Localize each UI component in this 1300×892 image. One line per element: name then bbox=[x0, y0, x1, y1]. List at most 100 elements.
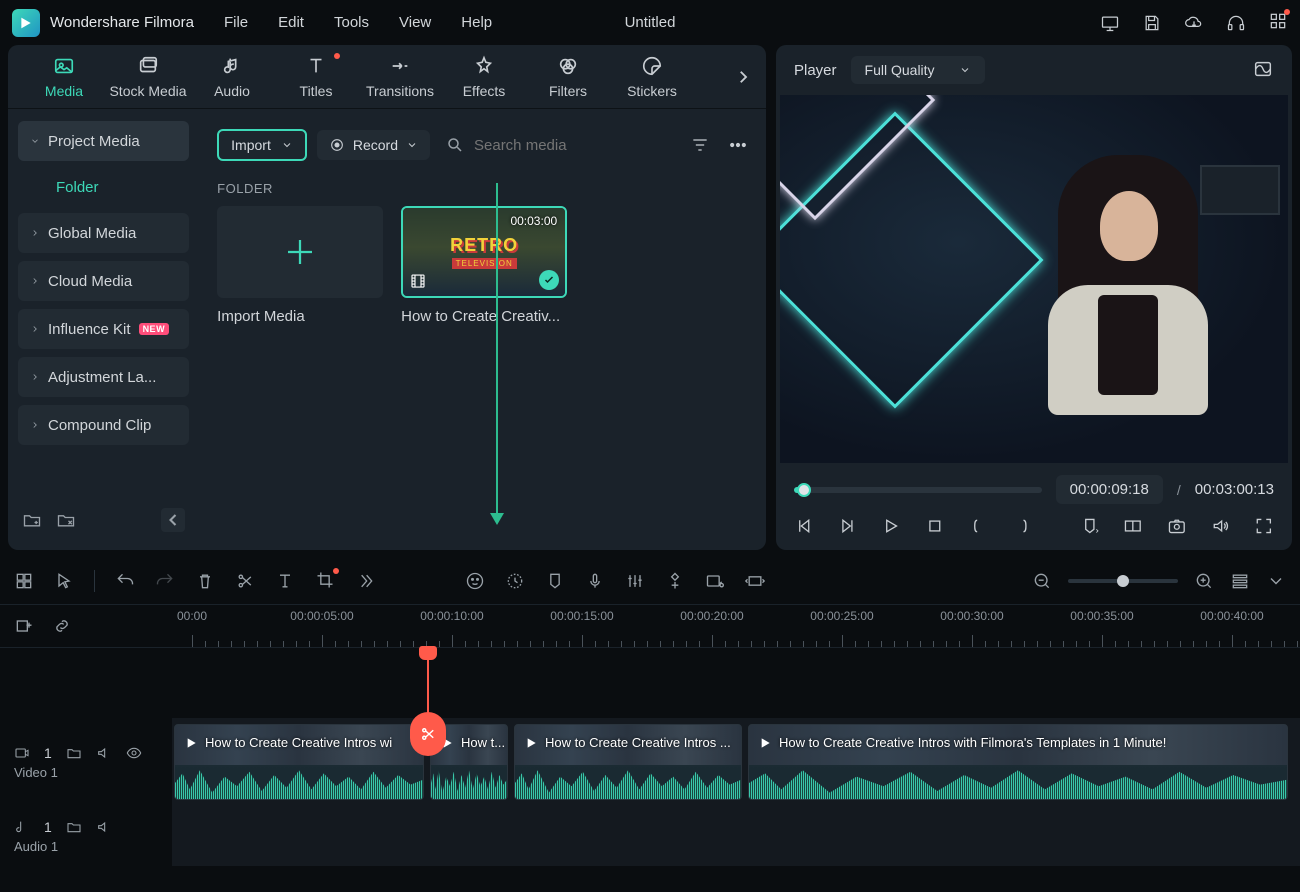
fit-icon[interactable] bbox=[745, 571, 765, 591]
save-icon[interactable] bbox=[1142, 13, 1162, 33]
scroll-right-icon[interactable] bbox=[734, 68, 752, 86]
apps-icon[interactable] bbox=[1268, 11, 1288, 34]
video-track: 1 Video 1 How to Create Creative Intros … bbox=[0, 718, 1300, 806]
mark-in-button[interactable] bbox=[969, 516, 989, 536]
sidebar-item-project-media[interactable]: Project Media bbox=[18, 121, 189, 161]
zoom-slider[interactable] bbox=[1068, 579, 1178, 583]
tab-media[interactable]: Media bbox=[22, 45, 106, 108]
folder-icon[interactable] bbox=[66, 745, 82, 761]
play-button[interactable] bbox=[881, 516, 901, 536]
tab-stock-media[interactable]: Stock Media bbox=[106, 45, 190, 108]
mute-icon[interactable] bbox=[96, 819, 112, 835]
headphones-icon[interactable] bbox=[1226, 13, 1246, 33]
visibility-icon[interactable] bbox=[126, 745, 142, 761]
monitor-icon[interactable] bbox=[1100, 13, 1120, 33]
timeline-clip[interactable]: How t... bbox=[430, 724, 508, 800]
search-input[interactable] bbox=[474, 137, 674, 154]
next-frame-button[interactable] bbox=[838, 516, 858, 536]
marker-dropdown-button[interactable] bbox=[1080, 516, 1100, 536]
text-icon[interactable] bbox=[275, 571, 295, 591]
speed-icon[interactable] bbox=[505, 571, 525, 591]
more-icon[interactable] bbox=[728, 135, 748, 155]
timeline-clip[interactable]: How to Create Creative Intros wi bbox=[174, 724, 424, 800]
mark-out-button[interactable] bbox=[1012, 516, 1032, 536]
tab-audio[interactable]: Audio bbox=[190, 45, 274, 108]
add-track-icon[interactable] bbox=[14, 616, 34, 636]
marker-icon[interactable] bbox=[545, 571, 565, 591]
tab-titles[interactable]: Titles bbox=[274, 45, 358, 108]
expand-tools-icon[interactable] bbox=[355, 571, 375, 591]
import-button[interactable]: Import bbox=[217, 129, 307, 161]
timeline-ruler[interactable]: 00:0000:00:05:0000:00:10:0000:00:15:0000… bbox=[172, 605, 1300, 647]
ai-icon[interactable] bbox=[465, 571, 485, 591]
link-icon[interactable] bbox=[52, 616, 72, 636]
ruler-mark: 00:00:30:00 bbox=[940, 609, 1003, 623]
tab-filters[interactable]: Filters bbox=[526, 45, 610, 108]
menu-edit[interactable]: Edit bbox=[278, 14, 304, 31]
zoom-out-icon[interactable] bbox=[1032, 571, 1052, 591]
sidebar-item-global-media[interactable]: Global Media bbox=[18, 213, 189, 253]
timeline: 00:0000:00:05:0000:00:10:0000:00:15:0000… bbox=[0, 604, 1300, 866]
volume-button[interactable] bbox=[1211, 516, 1231, 536]
menu-tools[interactable]: Tools bbox=[334, 14, 369, 31]
mute-icon[interactable] bbox=[96, 745, 112, 761]
record-label: Record bbox=[353, 137, 398, 153]
track-options-icon[interactable] bbox=[1266, 571, 1286, 591]
fullscreen-button[interactable] bbox=[1254, 516, 1274, 536]
new-folder-icon[interactable] bbox=[22, 510, 42, 530]
clip-duration: 00:03:00 bbox=[510, 214, 557, 228]
menu-view[interactable]: View bbox=[399, 14, 431, 31]
sidebar-item-influence-kit[interactable]: Influence Kit NEW bbox=[18, 309, 189, 349]
cloud-icon[interactable] bbox=[1184, 13, 1204, 33]
collapse-sidebar-button[interactable] bbox=[161, 508, 185, 532]
audio-mixer-icon[interactable] bbox=[625, 571, 645, 591]
preview-viewport[interactable] bbox=[780, 95, 1288, 463]
sidebar-item-adjustment-layer[interactable]: Adjustment La... bbox=[18, 357, 189, 397]
quality-select[interactable]: Full Quality bbox=[851, 56, 985, 84]
compare-view-button[interactable] bbox=[1123, 516, 1143, 536]
sidebar-item-compound-clip[interactable]: Compound Clip bbox=[18, 405, 189, 445]
import-media-card[interactable]: Import Media bbox=[217, 206, 383, 325]
undo-icon[interactable] bbox=[115, 571, 135, 591]
sidebar-subitem-folder[interactable]: Folder bbox=[18, 169, 189, 205]
track-number: 1 bbox=[44, 819, 52, 835]
search-icon[interactable] bbox=[446, 136, 464, 154]
tab-stickers[interactable]: Stickers bbox=[610, 45, 694, 108]
video-track-body[interactable]: How to Create Creative Intros wi How t..… bbox=[172, 718, 1300, 806]
voiceover-icon[interactable] bbox=[585, 571, 605, 591]
filter-icon[interactable] bbox=[690, 135, 710, 155]
timeline-clip[interactable]: How to Create Creative Intros ... bbox=[514, 724, 742, 800]
sidebar-item-cloud-media[interactable]: Cloud Media bbox=[18, 261, 189, 301]
sidebar-item-label: Adjustment La... bbox=[48, 369, 156, 386]
playback-progress[interactable] bbox=[794, 487, 1042, 493]
tab-transitions[interactable]: Transitions bbox=[358, 45, 442, 108]
split-icon[interactable] bbox=[235, 571, 255, 591]
tab-transitions-label: Transitions bbox=[366, 83, 434, 99]
menu-file[interactable]: File bbox=[224, 14, 248, 31]
menu-help[interactable]: Help bbox=[461, 14, 492, 31]
stop-button[interactable] bbox=[925, 516, 945, 536]
play-icon bbox=[183, 735, 199, 751]
redo-icon[interactable] bbox=[155, 571, 175, 591]
playhead[interactable] bbox=[427, 648, 429, 718]
audio-track-body[interactable] bbox=[172, 806, 1300, 866]
track-view-icon[interactable] bbox=[1230, 571, 1250, 591]
render-preview-icon[interactable] bbox=[705, 571, 725, 591]
audio-track: 1 Audio 1 bbox=[0, 806, 1300, 866]
prev-frame-button[interactable] bbox=[794, 516, 814, 536]
cursor-icon[interactable] bbox=[54, 571, 74, 591]
media-clip-card[interactable]: RETRO TELEVISION 00:03:00 How to Create … bbox=[401, 206, 567, 325]
snapshot-button[interactable] bbox=[1167, 516, 1187, 536]
zoom-in-icon[interactable] bbox=[1194, 571, 1214, 591]
media-panel: Media Stock Media Audio Titles Transitio… bbox=[8, 45, 766, 550]
delete-icon[interactable] bbox=[195, 571, 215, 591]
unlink-folder-icon[interactable] bbox=[56, 510, 76, 530]
timeline-clip[interactable]: How to Create Creative Intros with Filmo… bbox=[748, 724, 1288, 800]
record-button[interactable]: Record bbox=[317, 130, 430, 160]
layout-icon[interactable] bbox=[14, 571, 34, 591]
crop-button[interactable] bbox=[315, 570, 335, 593]
tab-effects[interactable]: Effects bbox=[442, 45, 526, 108]
keyframe-icon[interactable] bbox=[665, 571, 685, 591]
folder-icon[interactable] bbox=[66, 819, 82, 835]
scope-icon[interactable] bbox=[1252, 58, 1274, 80]
